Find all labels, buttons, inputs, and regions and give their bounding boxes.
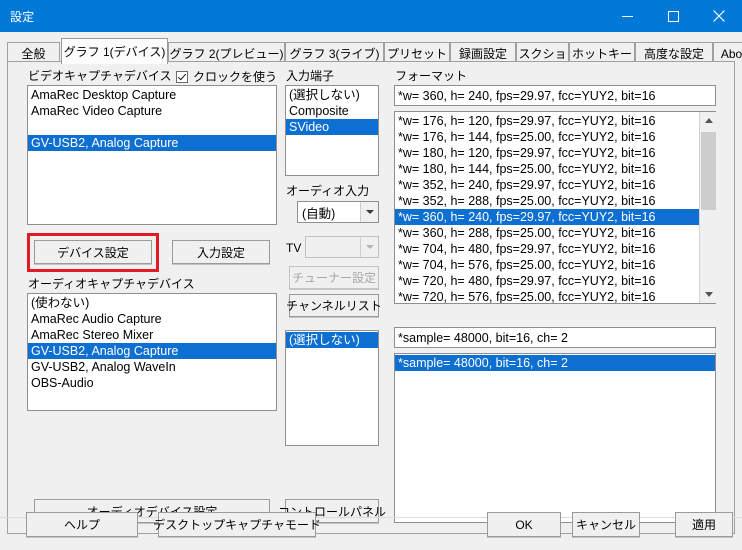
list-item[interactable]: Composite: [286, 103, 378, 119]
close-button[interactable]: [696, 0, 742, 32]
list-item[interactable]: *w= 180, h= 120, fps=29.97, fcc=YUY2, bi…: [395, 145, 715, 161]
list-item[interactable]: *w= 176, h= 120, fps=29.97, fcc=YUY2, bi…: [395, 113, 715, 129]
tab-graph1-device[interactable]: グラフ 1(デバイス): [61, 38, 168, 64]
scroll-up-icon[interactable]: [700, 112, 717, 129]
list-item[interactable]: *w= 704, h= 480, fps=29.97, fcc=YUY2, bi…: [395, 241, 715, 257]
list-item[interactable]: GV-USB2, Analog Capture: [28, 135, 276, 151]
tuner-settings-button[interactable]: チューナー設定: [289, 266, 379, 289]
tab-strip: 全般 グラフ 1(デバイス) グラフ 2(プレビュー) グラフ 3(ライブ) プ…: [7, 36, 742, 64]
ok-button[interactable]: OK: [487, 512, 561, 537]
maximize-icon: [667, 10, 679, 22]
tv-channel-combobox[interactable]: [305, 236, 379, 258]
minimize-button[interactable]: [604, 0, 650, 32]
maximize-button[interactable]: [650, 0, 696, 32]
format-label: フォーマット: [395, 69, 468, 83]
list-item[interactable]: *sample= 48000, bit=16, ch= 2: [395, 355, 715, 371]
list-item[interactable]: *w= 176, h= 144, fps=25.00, fcc=YUY2, bi…: [395, 129, 715, 145]
chevron-down-icon[interactable]: [360, 202, 378, 222]
tv-label: TV: [286, 241, 302, 255]
scrollbar-thumb[interactable]: [701, 132, 716, 210]
list-item[interactable]: *w= 360, h= 240, fps=29.97, fcc=YUY2, bi…: [395, 209, 715, 225]
list-item[interactable]: *w= 352, h= 240, fps=29.97, fcc=YUY2, bi…: [395, 177, 715, 193]
list-item[interactable]: *w= 352, h= 288, fps=25.00, fcc=YUY2, bi…: [395, 193, 715, 209]
minimize-icon: [621, 15, 633, 17]
audio-capture-device-list[interactable]: (使わない) AmaRec Audio Capture AmaRec Stere…: [27, 293, 277, 411]
apply-button[interactable]: 適用: [675, 512, 733, 537]
window-title: 設定: [10, 9, 35, 24]
list-item[interactable]: SVideo: [286, 119, 378, 135]
list-item[interactable]: AmaRec Stereo Mixer: [28, 327, 276, 343]
use-clock-label: クロックを使う: [193, 70, 278, 84]
list-item[interactable]: *w= 360, h= 288, fps=25.00, fcc=YUY2, bi…: [395, 225, 715, 241]
list-item[interactable]: AmaRec Audio Capture: [28, 311, 276, 327]
audio-input-value: (自動): [302, 206, 336, 221]
audio-format-list[interactable]: *sample= 48000, bit=16, ch= 2: [394, 353, 716, 523]
input-terminal-list[interactable]: (選択しない) Composite SVideo: [285, 85, 379, 176]
format-current-value[interactable]: *w= 360, h= 240, fps=29.97, fcc=YUY2, bi…: [394, 85, 716, 106]
tab-page-graph1: ビデオキャプチャデバイス クロックを使う AmaRec Desktop Capt…: [7, 61, 735, 534]
list-item[interactable]: (選択しない): [286, 87, 378, 103]
device-settings-button[interactable]: デバイス設定: [34, 240, 152, 264]
list-item[interactable]: *w= 720, h= 576, fps=25.00, fcc=YUY2, bi…: [395, 289, 715, 303]
list-item[interactable]: *w= 704, h= 576, fps=25.00, fcc=YUY2, bi…: [395, 257, 715, 273]
format-list[interactable]: *w= 176, h= 120, fps=29.97, fcc=YUY2, bi…: [394, 111, 716, 304]
settings-dialog: 設定 全般 グラフ 1(デバイス) グラフ 2(プレビュー) グラフ 3(ライブ…: [0, 0, 742, 550]
chevron-down-icon[interactable]: [360, 237, 378, 257]
close-icon: [713, 10, 725, 22]
title-bar: 設定: [0, 0, 742, 32]
audio-input-combobox[interactable]: (自動): [297, 201, 379, 223]
video-capture-device-list[interactable]: AmaRec Desktop Capture AmaRec Video Capt…: [27, 85, 277, 225]
input-settings-button[interactable]: 入力設定: [172, 240, 270, 264]
list-item[interactable]: *w= 720, h= 480, fps=29.97, fcc=YUY2, bi…: [395, 273, 715, 289]
desktop-capture-mode-button[interactable]: デスクトップキャプチャモード: [153, 512, 321, 537]
audio-format-current-value[interactable]: *sample= 48000, bit=16, ch= 2: [394, 327, 716, 348]
list-item[interactable]: [28, 119, 276, 135]
list-item[interactable]: (選択しない): [286, 332, 378, 348]
scroll-down-icon[interactable]: [700, 286, 717, 303]
audio-terminal-list[interactable]: (選択しない): [285, 330, 379, 446]
list-item[interactable]: AmaRec Video Capture: [28, 103, 276, 119]
list-item[interactable]: (使わない): [28, 295, 276, 311]
channel-list-button[interactable]: チャンネルリスト: [286, 294, 382, 317]
list-item[interactable]: GV-USB2, Analog WaveIn: [28, 359, 276, 375]
list-item[interactable]: GV-USB2, Analog Capture: [28, 343, 276, 359]
audio-input-label: オーディオ入力: [286, 184, 370, 198]
list-item[interactable]: *w= 180, h= 144, fps=25.00, fcc=YUY2, bi…: [395, 161, 715, 177]
cancel-button[interactable]: キャンセル: [572, 512, 640, 537]
help-button[interactable]: ヘルプ: [26, 512, 138, 537]
format-list-scrollbar[interactable]: [699, 112, 716, 303]
audio-capture-label: オーディオキャプチャデバイス: [28, 277, 195, 291]
use-clock-checkbox-box: [176, 70, 188, 83]
dialog-client-area: 全般 グラフ 1(デバイス) グラフ 2(プレビュー) グラフ 3(ライブ) プ…: [0, 32, 742, 550]
input-terminal-label: 入力端子: [286, 69, 335, 83]
list-item[interactable]: OBS-Audio: [28, 375, 276, 391]
video-capture-label: ビデオキャプチャデバイス: [28, 69, 172, 83]
list-item[interactable]: AmaRec Desktop Capture: [28, 87, 276, 103]
use-clock-checkbox[interactable]: クロックを使う: [176, 68, 277, 85]
